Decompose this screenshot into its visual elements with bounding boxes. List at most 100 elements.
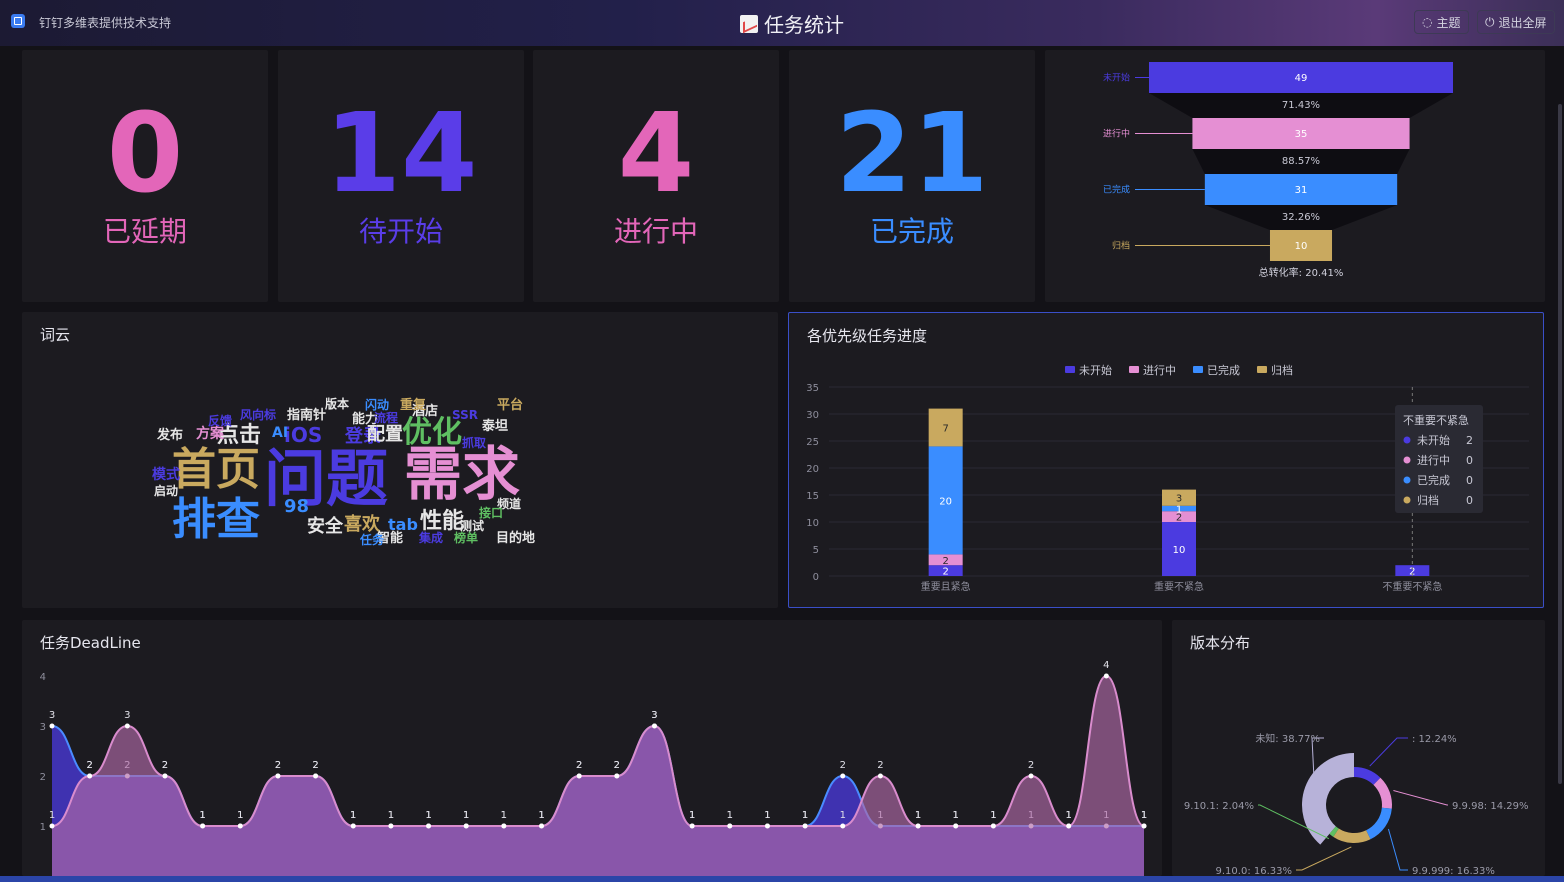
tooltip-dot	[1403, 456, 1411, 464]
data-label: 4	[1103, 660, 1109, 671]
data-label: 1	[49, 810, 55, 821]
donut-label: 9.10.1: 2.04%	[1184, 801, 1254, 812]
data-point	[689, 823, 695, 829]
kpi-label: 待开始	[358, 215, 443, 248]
wordcloud-word: 问题	[264, 442, 388, 515]
dingtalk-logo-icon	[11, 14, 25, 28]
priority-bar-chart: 0510152025303522207重要且紧急10213重要不紧急2不重要不紧…	[806, 363, 1529, 593]
donut-label: 未知: 38.77%	[1255, 732, 1320, 745]
y-tick-label: 30	[806, 410, 819, 421]
wordcloud-word: SSR	[452, 408, 478, 422]
donut-label: : 12.24%	[1412, 734, 1457, 745]
data-label: 2	[840, 760, 846, 771]
wordcloud-card: 词云 问题 需求 首页 排查 优化 点击 iOS 登录 配置 性能 安全 喜欢 tab 98 测试 频道 接口泰…	[22, 312, 778, 608]
data-label: 2	[162, 760, 168, 771]
data-label: 1	[237, 810, 243, 821]
bottom-bar	[0, 876, 1564, 882]
tooltip-series-value: 0	[1466, 494, 1473, 507]
kpi-value: 0	[106, 89, 184, 217]
funnel-rate: 71.43%	[1282, 100, 1320, 111]
support-text: 钉钉多维表提供技术支持	[39, 16, 172, 30]
legend-label: 进行中	[1143, 364, 1176, 377]
data-point	[990, 823, 996, 829]
exit-fullscreen-button[interactable]: ⏻ 退出全屏	[1477, 10, 1555, 34]
data-point	[350, 823, 356, 829]
top-bar: 钉钉多维表提供技术支持 任务统计 ◌ 主题 ⏻ 退出全屏	[0, 0, 1564, 46]
donut-label: 9.9.999: 16.33%	[1412, 866, 1495, 876]
wordcloud-word: 泰坦	[481, 418, 508, 434]
donut-leader	[1387, 828, 1408, 871]
wordcloud-word: 模式	[152, 466, 180, 483]
funnel-rate: 32.26%	[1282, 212, 1320, 223]
y-tick-label: 0	[813, 572, 819, 583]
data-label: 1	[802, 810, 808, 821]
kpi-label: 已延期	[102, 215, 187, 248]
legend-swatch	[1257, 366, 1267, 373]
funnel-card: 71.43% 49 未开始 88.57% 35 进行中 32.26% 31 已完成 10 归档 总转化…	[1045, 50, 1545, 302]
data-point	[539, 823, 545, 829]
theme-button[interactable]: ◌ 主题	[1414, 10, 1469, 34]
tooltip-dot	[1403, 496, 1411, 504]
theme-icon: ◌	[1422, 15, 1433, 29]
data-label: 1	[350, 810, 356, 821]
wordcloud-word: 排查	[172, 494, 260, 545]
data-point	[651, 723, 657, 729]
wordcloud-word: iOS	[284, 423, 322, 447]
y-tick-label: 10	[806, 518, 819, 529]
wordcloud-word: 指南针	[287, 407, 326, 423]
wordcloud-word: 任务	[359, 532, 385, 547]
funnel-label: 进行中	[1103, 128, 1130, 140]
data-label: 3	[49, 710, 55, 721]
deadline-area-chart: 1234322211221111112231111211111111123211…	[40, 660, 1147, 876]
tooltip-series-value: 0	[1466, 454, 1473, 467]
kpi-value: 4	[617, 89, 695, 217]
data-label: 1	[840, 810, 846, 821]
wordcloud-word: 反馈	[208, 413, 232, 428]
wordcloud-word: AI	[272, 425, 288, 441]
kpi-label: 已完成	[869, 215, 954, 248]
data-label: 2	[877, 760, 883, 771]
data-label: 1	[990, 810, 996, 821]
data-label: 1	[915, 810, 921, 821]
donut-leader	[1393, 790, 1448, 806]
funnel-rate: 88.57%	[1282, 156, 1320, 167]
data-label: 2	[275, 760, 281, 771]
bar-value-label: 2	[942, 556, 948, 567]
data-point	[200, 823, 206, 829]
tooltip-dot	[1403, 436, 1411, 444]
funnel-total-rate: 总转化率: 20.41%	[1259, 266, 1344, 279]
y-tick-label: 1	[40, 822, 46, 833]
data-point	[614, 773, 620, 779]
data-point	[501, 823, 507, 829]
data-label: 1	[764, 810, 770, 821]
wordcloud-word: 闪动	[365, 398, 389, 412]
legend-label: 已完成	[1207, 363, 1240, 377]
tooltip-title: 不重要不紧急	[1403, 413, 1469, 427]
data-point	[1141, 823, 1147, 829]
data-label: 2	[576, 760, 582, 771]
tooltip-series-name: 进行中	[1417, 454, 1450, 467]
theme-button-label: 主题	[1436, 15, 1461, 30]
data-label: 1	[953, 810, 959, 821]
data-label: 1	[1141, 810, 1147, 821]
exit-fullscreen-label: 退出全屏	[1498, 15, 1547, 30]
kpi-card-overdue: 0 已延期	[22, 50, 268, 302]
wordcloud-word: 喜欢	[344, 514, 381, 535]
tooltip-series-name: 未开始	[1417, 433, 1450, 447]
legend-label: 归档	[1271, 363, 1293, 377]
funnel-label: 未开始	[1103, 72, 1130, 84]
page-title-text: 任务统计	[764, 13, 844, 37]
y-tick-label: 4	[40, 672, 46, 683]
wordcloud-word: 启动	[154, 483, 178, 498]
data-label: 1	[199, 810, 205, 821]
wordcloud-word: 风向标	[240, 407, 276, 422]
wordcloud-word: 版本	[325, 396, 349, 411]
scrollbar[interactable]	[1558, 104, 1562, 784]
data-point	[237, 823, 243, 829]
kpi-label: 进行中	[613, 215, 698, 248]
bar-value-label: 2	[942, 567, 948, 578]
y-tick-label: 35	[806, 383, 819, 394]
data-label: 1	[463, 810, 469, 821]
data-point	[49, 823, 55, 829]
data-point	[1028, 773, 1034, 779]
